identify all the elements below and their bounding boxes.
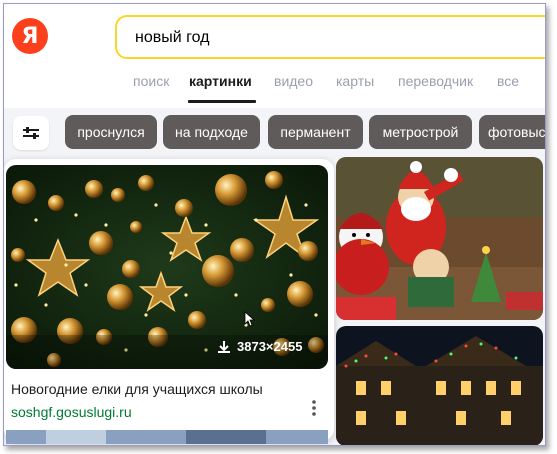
header: Я новый год поиск картинки видео карты п… xyxy=(4,4,545,108)
santa-snowman-image[interactable] xyxy=(336,157,543,320)
filter-button[interactable] xyxy=(13,116,49,150)
result-source[interactable]: soshgf.gosuslugi.ru xyxy=(11,404,132,420)
yandex-logo[interactable]: Я xyxy=(12,18,48,54)
more-vertical-icon xyxy=(312,400,316,416)
browser-frame: Я новый год поиск картинки видео карты п… xyxy=(3,3,546,446)
active-tab-indicator xyxy=(188,100,256,103)
next-image-strip xyxy=(6,430,328,444)
chip-metrostroy[interactable]: метрострой xyxy=(369,115,472,149)
chip-permanent[interactable]: перманент xyxy=(268,115,363,149)
house-lights-image[interactable] xyxy=(336,326,543,445)
tab-translator[interactable]: переводчик xyxy=(398,73,473,89)
image-size: 3873×2455 xyxy=(237,339,303,354)
sliders-icon xyxy=(23,127,39,139)
more-button[interactable] xyxy=(309,399,319,417)
tab-video[interactable]: видео xyxy=(274,73,313,89)
chip-na-podhode[interactable]: на подходе xyxy=(163,115,260,149)
santa-illustration xyxy=(336,157,543,320)
tab-images[interactable]: картинки xyxy=(189,73,252,89)
logo-letter: Я xyxy=(21,23,39,49)
house-illustration xyxy=(336,326,543,445)
download-icon xyxy=(218,340,230,353)
tab-all[interactable]: все xyxy=(497,73,519,89)
result-card[interactable]: 3873×2455 Новогодние елки для учащихся ш… xyxy=(4,159,334,441)
tab-maps[interactable]: карты xyxy=(336,73,374,89)
chip-fotovys[interactable]: фотовыс xyxy=(479,115,545,149)
chip-prosnulsya[interactable]: проснулся xyxy=(65,115,157,149)
search-query: новый год xyxy=(135,29,210,46)
next-result-image[interactable] xyxy=(6,430,328,444)
search-input[interactable]: новый год xyxy=(115,15,545,59)
image-size-badge[interactable]: 3873×2455 xyxy=(217,339,302,354)
tab-search[interactable]: поиск xyxy=(133,73,169,89)
result-title[interactable]: Новогодние елки для учащихся школы xyxy=(11,381,263,397)
